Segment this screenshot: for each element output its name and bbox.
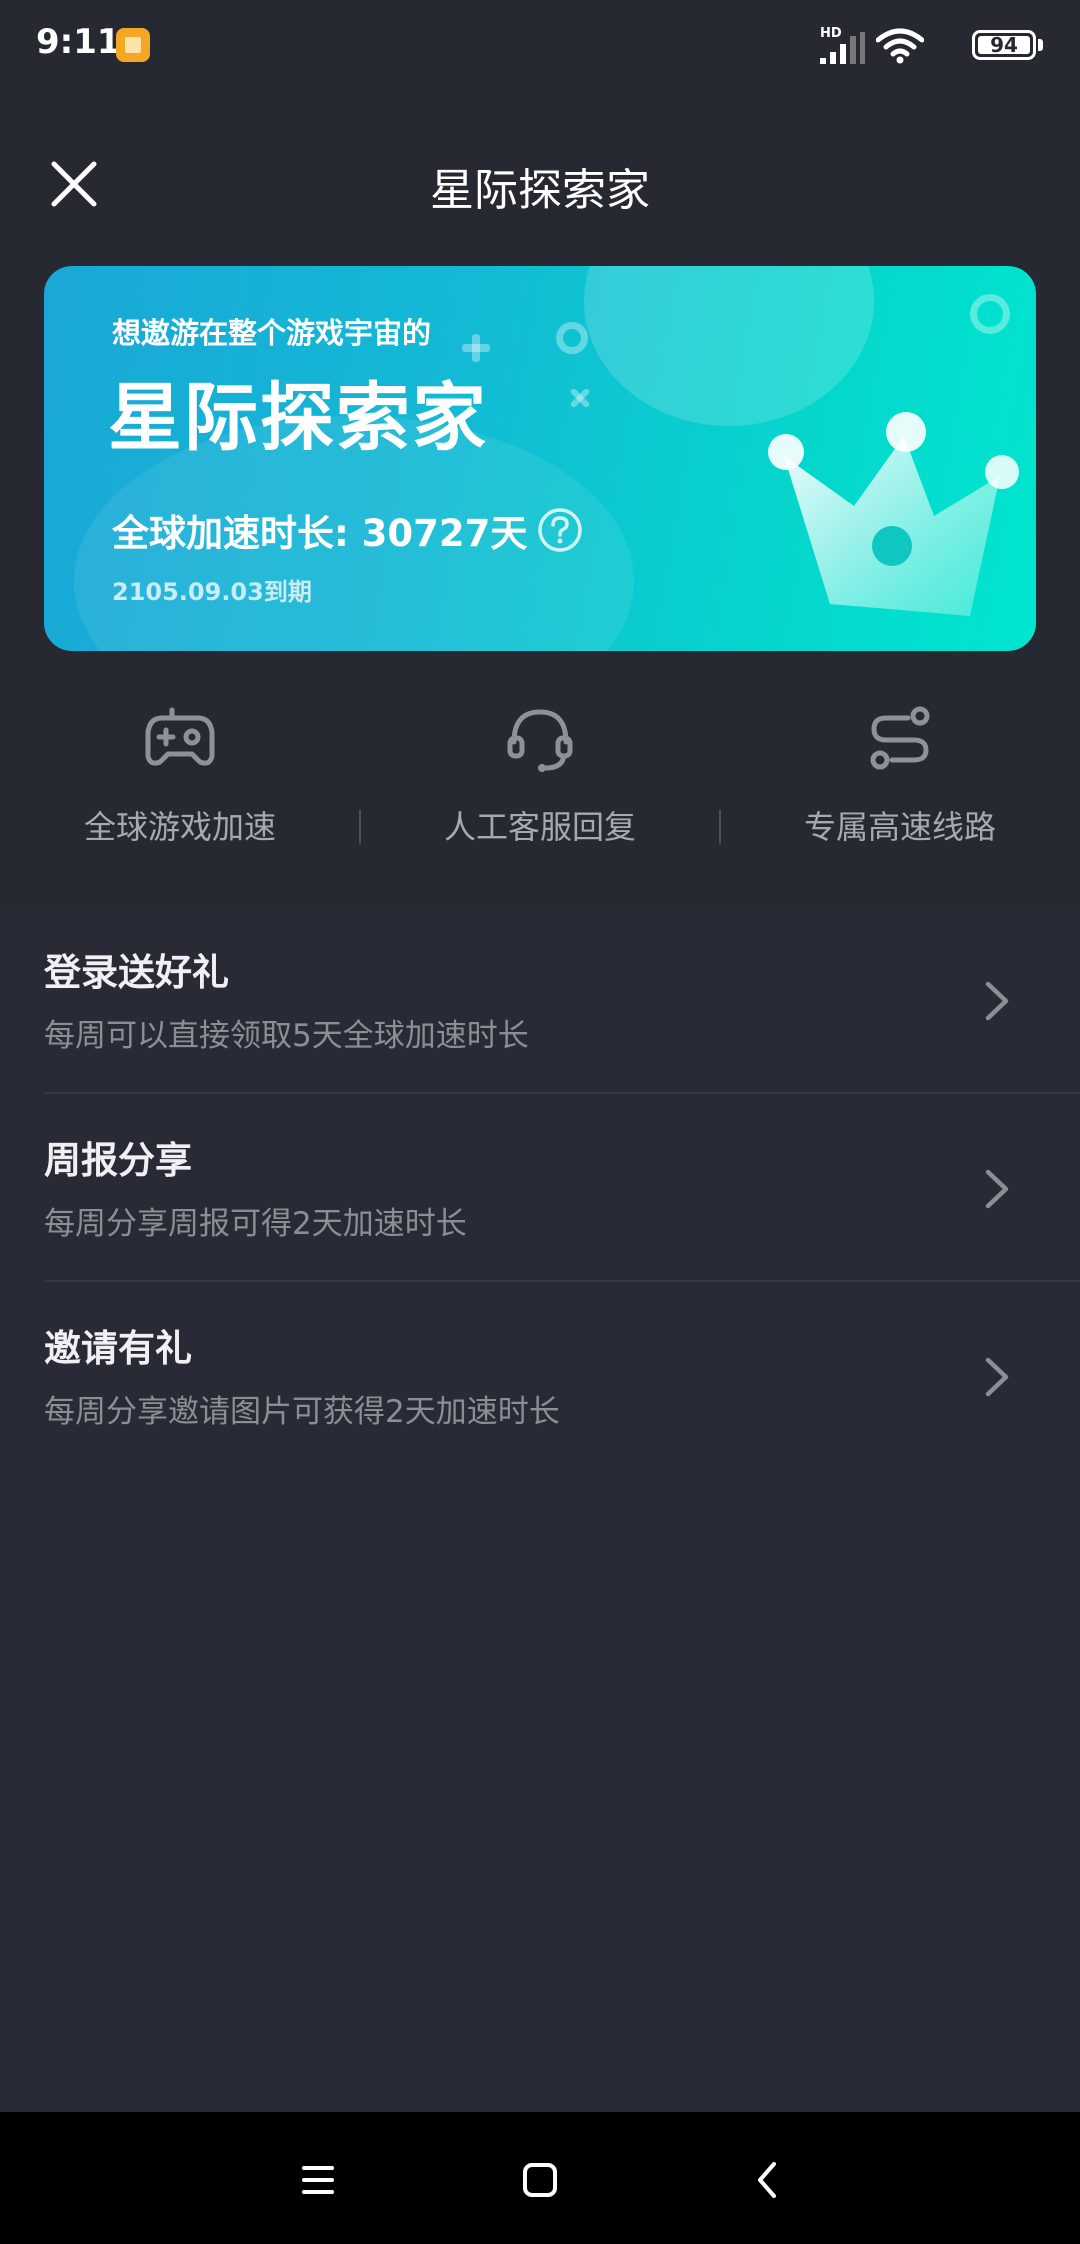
wifi-icon	[876, 28, 924, 64]
banner-ring-decoration	[556, 322, 588, 354]
headset-icon	[507, 709, 573, 772]
membership-banner: 想遨游在整个游戏宇宙的 星际探索家 全球加速时长: 30727天 2105.09…	[44, 266, 1036, 651]
list-item-weekly-report-share[interactable]: 周报分享 每周分享周报可得2天加速时长	[0, 1094, 1080, 1282]
crown-icon	[768, 412, 1019, 616]
status-time: 9:11	[36, 22, 121, 62]
feature-label: 专属高速线路	[803, 808, 996, 846]
list-item-description: 每周可以直接领取5天全球加速时长	[44, 1018, 529, 1054]
back-icon[interactable]	[740, 2152, 796, 2208]
acceleration-duration: 全球加速时长: 30727天	[112, 503, 583, 557]
banner-ring-decoration	[970, 294, 1010, 334]
reward-list: 登录送好礼 每周可以直接领取5天全球加速时长 周报分享 每周分享周报可得2天加速…	[0, 906, 1080, 2112]
status-bar: 9:11 HD 94	[0, 0, 1080, 96]
notification-app-icon	[116, 28, 150, 62]
network-type-label: HD	[820, 26, 842, 41]
menu-icon[interactable]	[290, 2152, 346, 2208]
feature-dedicated-line[interactable]: 专属高速线路	[720, 690, 1080, 870]
expiry-date: 2105.09.03到期	[112, 578, 312, 606]
list-item-title: 登录送好礼	[44, 951, 229, 994]
system-navigation-bar	[0, 2112, 1080, 2244]
page-title: 星际探索家	[430, 165, 650, 216]
sparkle-decoration	[570, 388, 590, 408]
banner-title: 星际探索家	[108, 375, 488, 461]
chevron-right-icon	[985, 981, 1009, 1021]
help-icon[interactable]	[537, 507, 583, 553]
header: 星际探索家	[0, 120, 1080, 240]
feature-row: 全球游戏加速 人工客服回复 专属高速线路	[0, 690, 1080, 870]
battery-level: 94	[990, 33, 1018, 57]
feature-customer-service[interactable]: 人工客服回复	[360, 690, 720, 870]
route-icon	[870, 706, 930, 770]
list-item-login-gift[interactable]: 登录送好礼 每周可以直接领取5天全球加速时长	[0, 906, 1080, 1094]
home-icon[interactable]	[512, 2152, 568, 2208]
duration-label: 全球加速时长: 30727天	[112, 512, 528, 555]
banner-subtitle: 想遨游在整个游戏宇宙的	[112, 316, 432, 350]
feature-label: 全球游戏加速	[83, 808, 276, 846]
gamepad-icon	[145, 707, 215, 766]
list-item-description: 每周分享邀请图片可获得2天加速时长	[44, 1394, 560, 1430]
feature-game-acceleration[interactable]: 全球游戏加速	[0, 690, 360, 870]
list-item-title: 周报分享	[44, 1139, 192, 1182]
chevron-right-icon	[985, 1169, 1009, 1209]
list-item-invite-gift[interactable]: 邀请有礼 每周分享邀请图片可获得2天加速时长	[0, 1282, 1080, 1470]
list-item-title: 邀请有礼	[44, 1327, 192, 1370]
list-item-description: 每周分享周报可得2天加速时长	[44, 1206, 467, 1242]
chevron-right-icon	[985, 1357, 1009, 1397]
feature-label: 人工客服回复	[443, 808, 636, 846]
